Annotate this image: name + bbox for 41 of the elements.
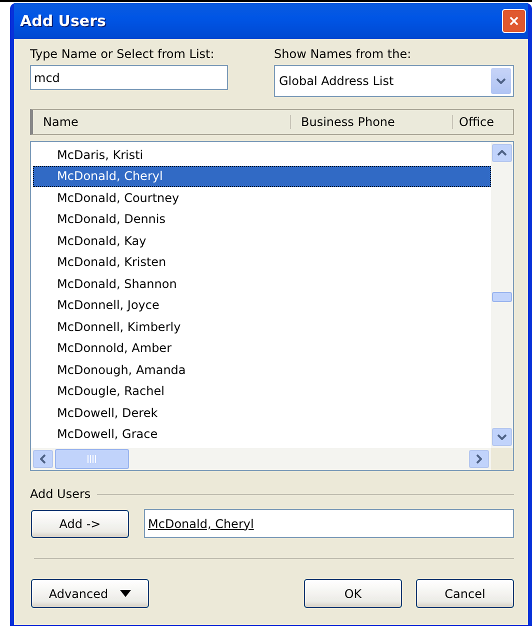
scroll-thumb[interactable] [492, 292, 512, 302]
scrollbar-corner [491, 448, 513, 470]
list-row[interactable]: McDowell, Grace [33, 424, 491, 445]
horizontal-scrollbar[interactable] [31, 448, 491, 470]
list-row[interactable]: McDonnold, Amber [33, 338, 491, 359]
address-list-dropdown[interactable]: Global Address List [274, 65, 514, 97]
list-row[interactable]: McDonald, Dennis [33, 208, 491, 230]
scroll-up-icon[interactable] [492, 144, 512, 162]
list-row[interactable]: McDonald, Cheryl [33, 166, 491, 187]
cancel-button[interactable]: Cancel [416, 579, 514, 608]
list-row[interactable]: McDonald, Courtney [33, 187, 491, 208]
caret-icon [120, 590, 132, 597]
window-title: Add Users [20, 12, 106, 30]
list-row[interactable]: McDowell, Derek [33, 402, 491, 424]
list-row[interactable]: McDonald, Kay [33, 230, 491, 252]
list-row[interactable]: McDaris, Kristi [33, 144, 491, 166]
added-users-field[interactable]: McDonald, Cheryl [144, 509, 514, 538]
column-header[interactable]: Office [453, 115, 517, 129]
name-input-field[interactable]: mcd [30, 65, 228, 90]
close-button[interactable] [502, 9, 526, 33]
list-row[interactable]: McDonough, Amanda [33, 359, 491, 380]
list-row[interactable]: McDonald, Kristen [33, 252, 491, 273]
close-icon [509, 14, 519, 28]
scroll-down-icon[interactable] [492, 428, 512, 446]
field-label: Type Name or Select from List: [30, 47, 216, 61]
scroll-right-icon[interactable] [469, 450, 489, 468]
column-header[interactable]: Business Phone [291, 115, 453, 129]
list-row[interactable]: McDonnell, Joyce [33, 294, 491, 316]
field-label: Show Names from the: [274, 47, 412, 61]
ok-button[interactable]: OK [304, 579, 402, 608]
scroll-left-icon[interactable] [33, 450, 53, 468]
add-button[interactable]: Add -> [31, 510, 129, 538]
scroll-thumb[interactable] [55, 449, 129, 469]
column-header[interactable]: Name [33, 115, 291, 129]
list-row[interactable]: McDougle, Rachel [33, 380, 491, 402]
list-row[interactable]: McDonnell, Kimberly [33, 316, 491, 338]
vertical-scrollbar[interactable] [491, 142, 513, 448]
grip-icon [87, 455, 97, 463]
section-label: Add Users [30, 487, 91, 501]
advanced-button[interactable]: Advanced [31, 579, 149, 608]
list-row[interactable]: McDonald, Shannon [33, 273, 491, 294]
